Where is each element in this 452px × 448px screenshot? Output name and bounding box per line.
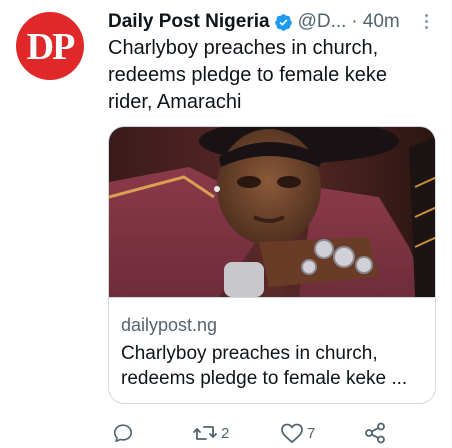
heart-icon — [280, 422, 304, 444]
author-display-name[interactable]: Daily Post Nigeria — [108, 11, 270, 33]
link-card[interactable]: dailypost.ng Charlyboy preaches in churc… — [108, 126, 436, 404]
card-title: Charlyboy preaches in church, redeems pl… — [121, 343, 408, 389]
share-icon — [364, 422, 386, 444]
retweet-count: 2 — [221, 424, 230, 442]
card-domain: dailypost.ng — [121, 315, 218, 335]
retweet-button[interactable]: 2 — [192, 420, 229, 446]
share-button[interactable] — [364, 420, 386, 446]
retweet-icon — [192, 422, 218, 444]
reply-button[interactable] — [112, 420, 134, 446]
card-image — [109, 127, 435, 297]
tweet-text: Charlyboy preaches in church, redeems pl… — [108, 37, 388, 113]
more-options-icon[interactable] — [416, 10, 436, 32]
avatar[interactable]: DP — [16, 12, 84, 80]
separator-dot: · — [351, 11, 358, 32]
tweet-actions: 2 7 — [108, 420, 438, 446]
verified-badge-icon — [274, 13, 293, 32]
avatar-logo-text: DP — [26, 26, 76, 68]
card-meta: dailypost.ng Charlyboy preaches in churc… — [109, 297, 435, 403]
reply-icon — [112, 422, 134, 444]
tweet[interactable]: DP Daily Post Nigeria @D... · 40m Charly… — [0, 0, 452, 448]
like-count: 7 — [307, 424, 316, 442]
tweet-timestamp[interactable]: 40m — [363, 11, 400, 33]
tweet-header: Daily Post Nigeria @D... · 40m — [108, 9, 438, 35]
author-handle[interactable]: @D... — [298, 11, 347, 33]
like-button[interactable]: 7 — [280, 420, 315, 446]
